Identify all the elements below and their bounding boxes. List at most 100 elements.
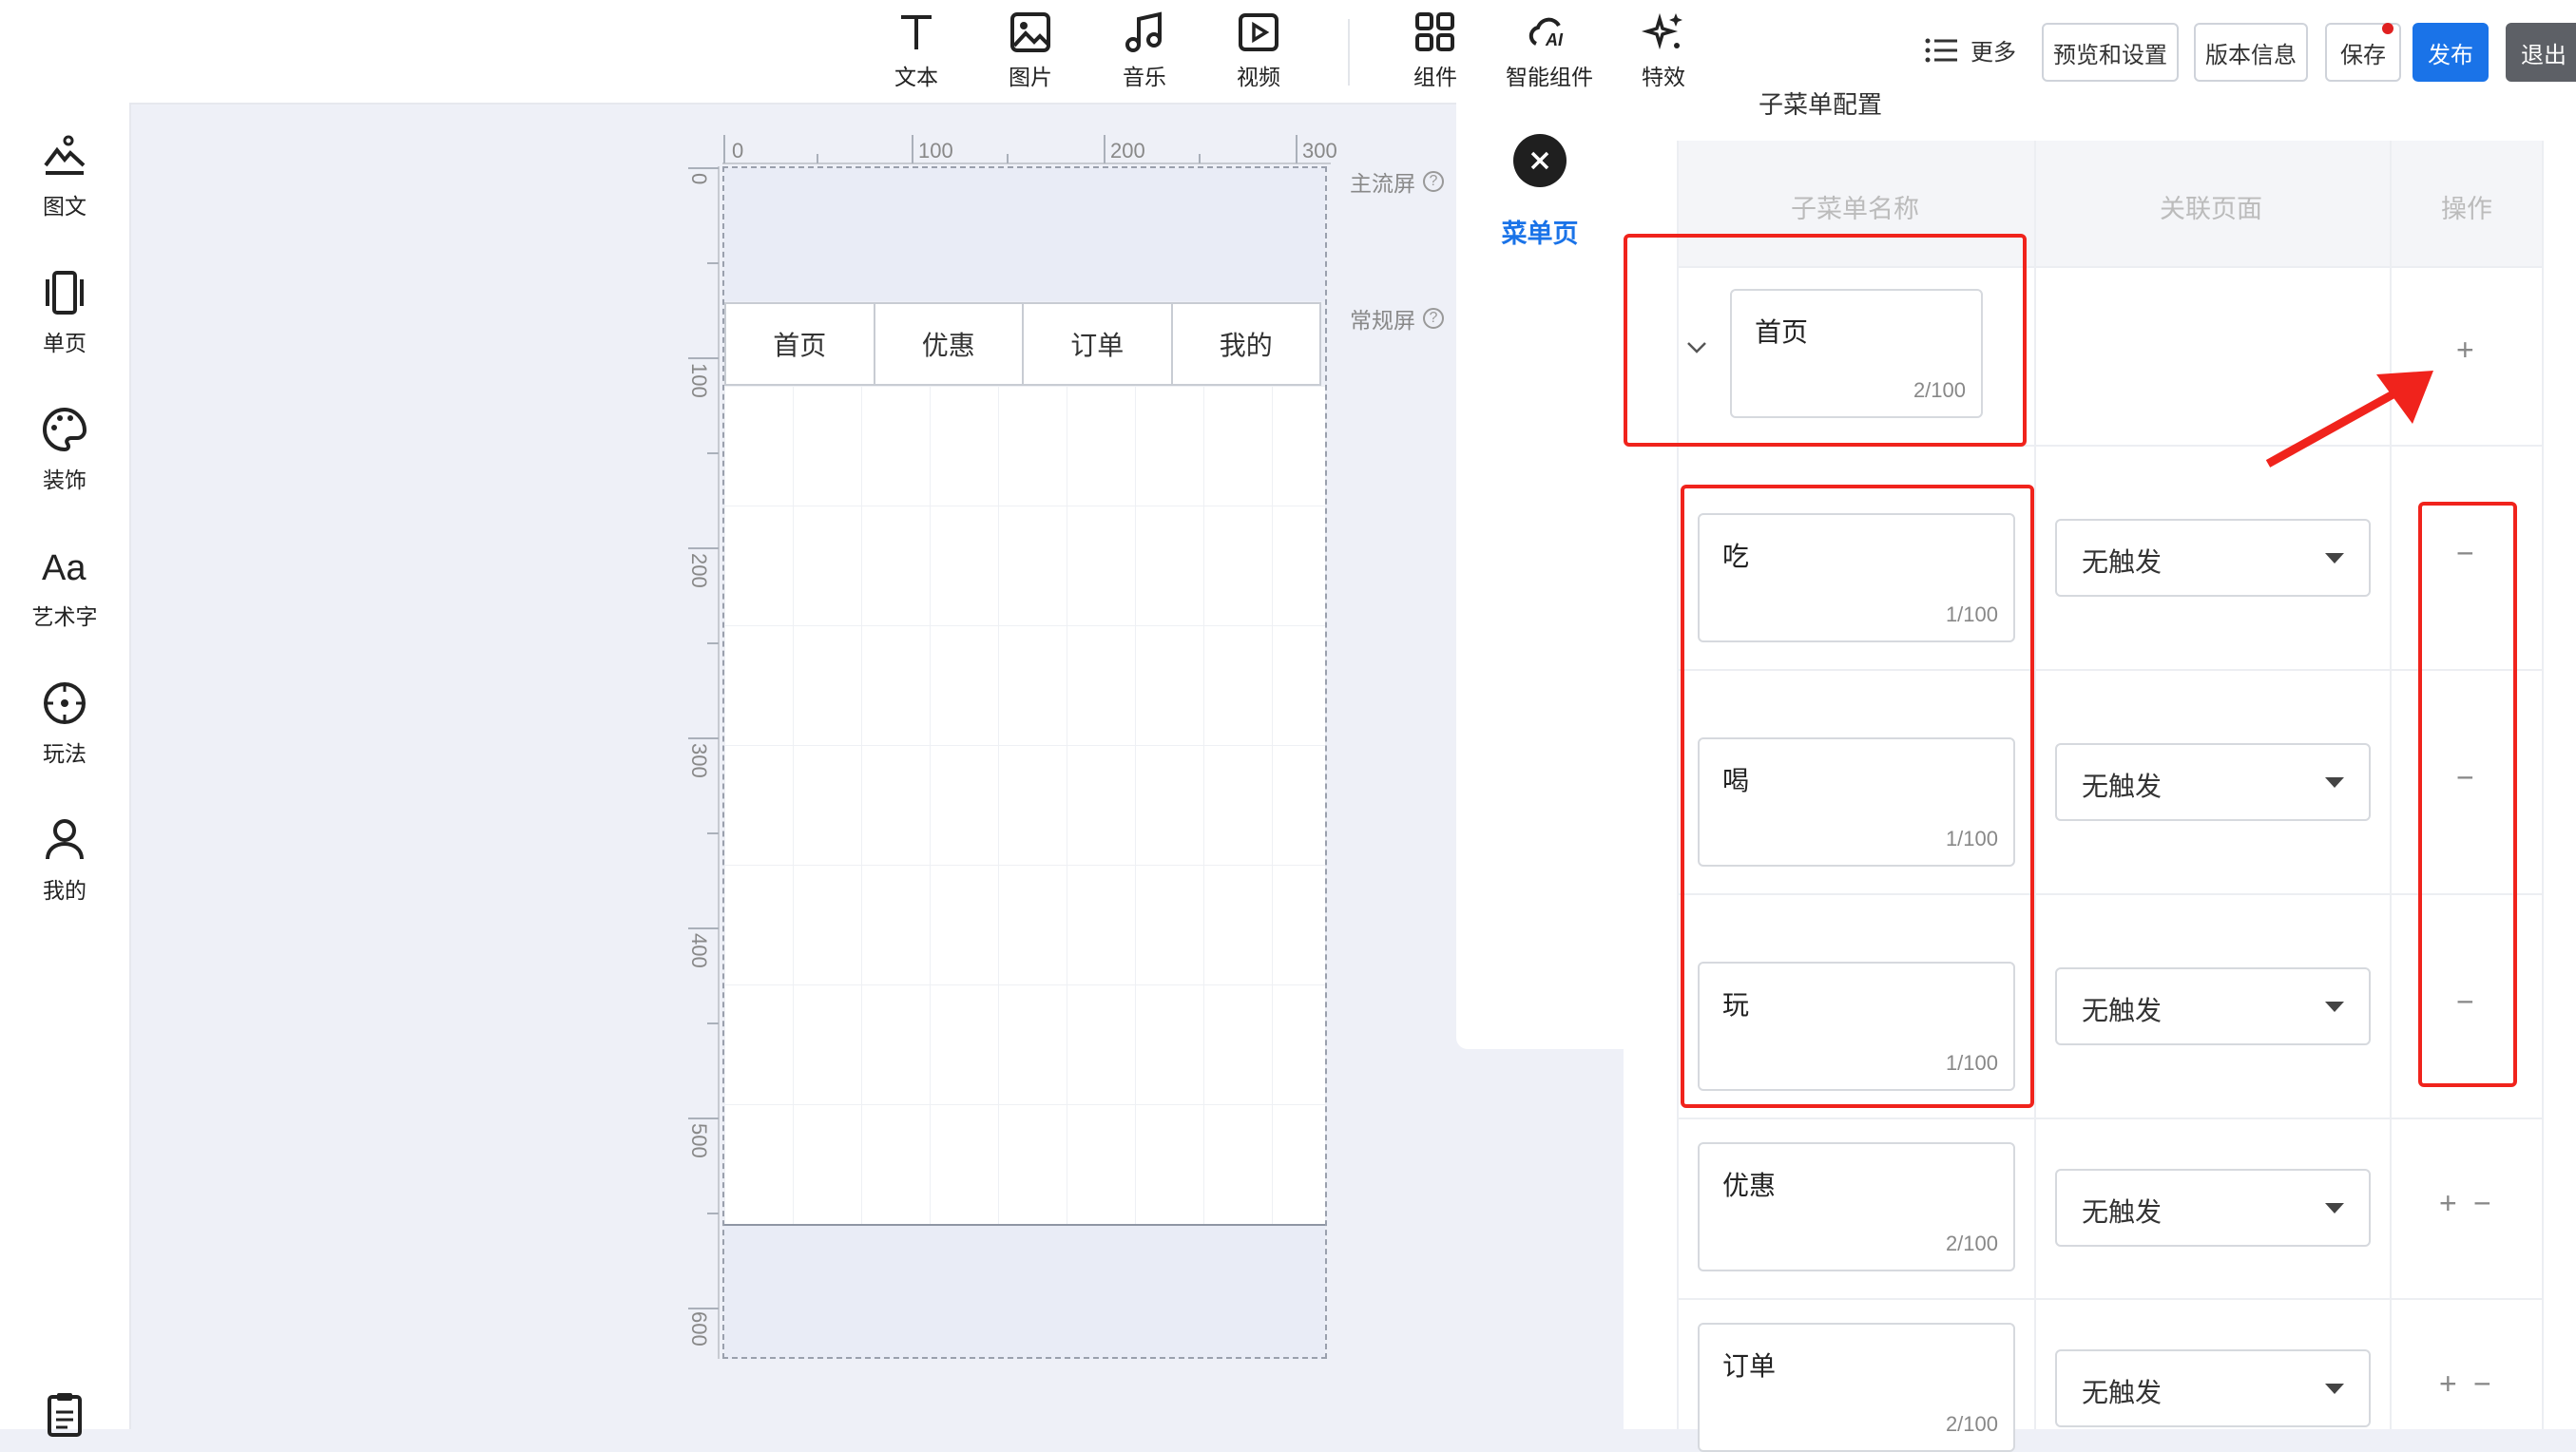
caret-down-icon <box>2325 1384 2344 1394</box>
sidebar-item-clipboard[interactable] <box>0 1389 129 1446</box>
input-value: 订单 <box>1722 1351 1777 1381</box>
exit-button[interactable]: 退出 <box>2506 23 2576 82</box>
menu-name-input[interactable]: 订单 2/100 <box>1698 1323 2015 1452</box>
tool-ai-components[interactable]: AI 智能组件 <box>1502 10 1597 91</box>
preview-settings-button[interactable]: 预览和设置 <box>2042 23 2179 82</box>
select-value: 无触发 <box>2082 996 2163 1025</box>
annotation-arrow-icon <box>2265 371 2433 468</box>
tool-label: 音乐 <box>1123 65 1166 89</box>
save-label: 保存 <box>2340 42 2386 68</box>
tool-image[interactable]: 图片 <box>983 10 1078 91</box>
save-button[interactable]: 保存 <box>2325 23 2401 82</box>
effects-icon <box>1641 12 1682 50</box>
select-value: 无触发 <box>2082 772 2163 801</box>
clipboard-icon <box>48 1393 82 1437</box>
header-page: 关联页面 <box>2160 195 2262 223</box>
ruler-label: 300 <box>1302 139 1337 162</box>
header-action: 操作 <box>2441 195 2492 223</box>
tool-music[interactable]: 音乐 <box>1097 10 1192 91</box>
tool-label: 组件 <box>1413 65 1457 89</box>
list-icon <box>1925 38 1957 62</box>
sidebar-item-label: 艺术字 <box>31 604 98 629</box>
single-page-icon <box>46 271 84 315</box>
ai-components-icon: AI <box>1528 17 1564 49</box>
sidebar-item-label: 单页 <box>43 331 87 355</box>
ruler-label: 500 <box>687 1123 711 1158</box>
linked-page-select[interactable]: 无触发 <box>2055 1169 2371 1247</box>
remove-menu-button[interactable]: − <box>2473 1366 2491 1402</box>
sidebar-item-image-text[interactable]: 图文 <box>0 131 129 220</box>
table-border <box>2034 141 2036 1429</box>
tool-label: 视频 <box>1237 65 1280 89</box>
annotation-box <box>1624 234 2027 447</box>
normal-screen-guide: 常规屏 ? <box>1350 302 1444 334</box>
tool-video[interactable]: 视频 <box>1211 10 1306 91</box>
top-toolbar: 文本 图片 音乐 视频 组件 AI 智能组件 特效 更多 预览和设置 版本信息 … <box>0 0 2576 105</box>
left-sidebar: 图文 单页 装饰 Aa 艺术字 玩法 我的 <box>0 103 131 1437</box>
user-icon <box>46 819 84 860</box>
caret-down-icon <box>2325 1002 2344 1012</box>
sidebar-item-gameplay[interactable]: 玩法 <box>0 678 129 768</box>
help-icon[interactable]: ? <box>1423 308 1444 329</box>
ruler-label: 600 <box>687 1311 711 1347</box>
add-submenu-button[interactable]: + <box>2456 333 2474 368</box>
video-icon <box>1239 13 1278 51</box>
tool-text[interactable]: 文本 <box>869 10 964 91</box>
annotation-box <box>2418 502 2517 1087</box>
sidebar-item-single-page[interactable]: 单页 <box>0 268 129 357</box>
close-panel-button[interactable] <box>1513 134 1567 187</box>
add-submenu-button[interactable]: + <box>2439 1366 2457 1402</box>
sidebar-item-art-text[interactable]: Aa 艺术字 <box>0 542 129 631</box>
music-icon <box>1125 11 1162 52</box>
caret-down-icon <box>2325 777 2344 788</box>
image-icon <box>1010 12 1050 52</box>
tool-label: 智能组件 <box>1506 65 1593 89</box>
tool-label: 文本 <box>894 65 938 89</box>
palette-icon <box>43 407 87 452</box>
menu-name-input[interactable]: 优惠 2/100 <box>1698 1142 2015 1271</box>
help-icon[interactable]: ? <box>1423 171 1444 192</box>
close-icon <box>1530 151 1549 170</box>
tool-effects[interactable]: 特效 <box>1616 10 1711 91</box>
sidebar-item-label: 装饰 <box>43 468 87 492</box>
sidebar-item-label: 玩法 <box>43 741 87 766</box>
row-divider <box>1677 1298 2544 1300</box>
sidebar-item-decoration[interactable]: 装饰 <box>0 405 129 494</box>
linked-page-select[interactable]: 无触发 <box>2055 743 2371 821</box>
version-info-button[interactable]: 版本信息 <box>2194 23 2308 82</box>
row-divider <box>1677 1118 2544 1119</box>
ruler-label: 100 <box>918 139 953 162</box>
more-label: 更多 <box>1970 40 2016 66</box>
tool-components[interactable]: 组件 <box>1388 10 1483 91</box>
linked-page-select[interactable]: 无触发 <box>2055 1349 2371 1427</box>
publish-button[interactable]: 发布 <box>2413 23 2489 82</box>
sidebar-item-label: 图文 <box>43 194 87 219</box>
sidebar-item-mine[interactable]: 我的 <box>0 815 129 905</box>
text-icon <box>901 15 932 49</box>
annotation-box <box>1681 485 2034 1108</box>
normal-screen-label: 常规屏 <box>1350 308 1415 333</box>
caret-down-icon <box>2325 1203 2344 1213</box>
input-value: 优惠 <box>1722 1171 1777 1200</box>
ruler-label: 200 <box>1110 139 1145 162</box>
remove-menu-button[interactable]: − <box>2473 1186 2491 1221</box>
svg-text:Aa: Aa <box>42 548 87 588</box>
menu-page-tab[interactable]: 菜单页 <box>1483 213 1597 250</box>
sidebar-item-label: 我的 <box>43 878 87 903</box>
ruler-label: 400 <box>687 933 711 968</box>
select-value: 无触发 <box>2082 1197 2163 1227</box>
linked-page-select[interactable]: 无触发 <box>2055 519 2371 597</box>
ruler-horizontal <box>722 135 1331 164</box>
art-text-icon: Aa <box>42 548 87 588</box>
toolbar-divider <box>1348 19 1350 86</box>
linked-page-select[interactable]: 无触发 <box>2055 967 2371 1045</box>
phone-frame <box>722 166 1327 1359</box>
ruler-label: 0 <box>687 173 711 185</box>
ruler-label: 100 <box>687 363 711 398</box>
image-text-icon <box>44 135 86 175</box>
char-count: 2/100 <box>1945 1232 1998 1255</box>
select-value: 无触发 <box>2082 1378 2163 1407</box>
add-submenu-button[interactable]: + <box>2439 1186 2457 1221</box>
section-title: 子菜单配置 <box>1759 90 1883 119</box>
more-menu[interactable]: 更多 <box>1925 33 2016 67</box>
